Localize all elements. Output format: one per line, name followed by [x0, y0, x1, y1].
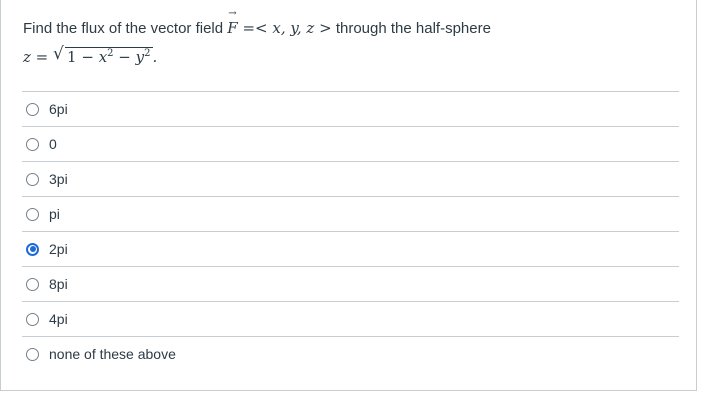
radicand: 1 − x2 − y2 [65, 47, 153, 66]
radicand-y: y [135, 48, 145, 66]
answer-option-6pi[interactable]: 6pi [22, 92, 679, 127]
answer-option-pi[interactable]: pi [22, 197, 679, 232]
radio-button[interactable] [26, 347, 39, 361]
radio-button[interactable] [26, 172, 39, 186]
equation-period: . [152, 48, 158, 66]
answer-label: 4pi [49, 311, 68, 327]
answer-option-2pi[interactable]: 2pi [22, 232, 679, 267]
answer-label: 3pi [49, 171, 68, 187]
vector-arrow-icon: → [228, 8, 237, 19]
vector-f-symbol: F [227, 19, 238, 37]
vector-field-expression: → F =< x, y, z > [227, 9, 332, 40]
answer-label: 0 [49, 136, 57, 152]
answer-label: none of these above [49, 346, 176, 362]
answer-label: 6pi [49, 101, 68, 117]
radio-button[interactable] [26, 137, 39, 151]
radio-button-selected[interactable] [26, 242, 39, 256]
answer-option-0[interactable]: 0 [22, 127, 679, 162]
question-suffix: through the half-sphere [331, 20, 491, 37]
vector-field-definition: =< x, y, z > [242, 19, 332, 37]
answer-label: 2pi [49, 241, 68, 257]
answer-label: 8pi [49, 276, 68, 292]
radicand-minus: − [113, 48, 136, 66]
radicand-constant: 1 − [67, 48, 99, 66]
surface-equation: z = √ 1 − x2 − y2. [23, 44, 158, 69]
question-line-2: z = √ 1 − x2 − y2. [23, 44, 683, 70]
radio-button[interactable] [26, 312, 39, 326]
radicand-x: x [98, 48, 108, 66]
answer-label: pi [49, 206, 60, 222]
radio-button[interactable] [26, 277, 39, 291]
question-prefix: Find the flux of the vector field [23, 20, 228, 37]
quiz-question-card: Find the flux of the vector field → F =< … [0, 0, 697, 391]
vector-f: → F [227, 9, 238, 40]
answer-option-none[interactable]: none of these above [22, 337, 679, 371]
radical-sign-icon: √ [53, 44, 64, 64]
answer-list: 6pi 0 3pi pi 2pi 8pi 4pi none of these a… [22, 91, 679, 371]
radio-button[interactable] [26, 207, 39, 221]
question-text: Find the flux of the vector field → F =< … [23, 9, 683, 70]
equation-lhs: z = [23, 48, 49, 66]
question-line-1: Find the flux of the vector field → F =< … [23, 9, 683, 41]
radio-button[interactable] [26, 102, 39, 116]
square-root: √ 1 − x2 − y2 [53, 44, 153, 69]
exponent-y: 2 [144, 48, 151, 59]
answer-option-3pi[interactable]: 3pi [22, 162, 679, 197]
answer-option-4pi[interactable]: 4pi [22, 302, 679, 337]
answer-option-8pi[interactable]: 8pi [22, 267, 679, 302]
